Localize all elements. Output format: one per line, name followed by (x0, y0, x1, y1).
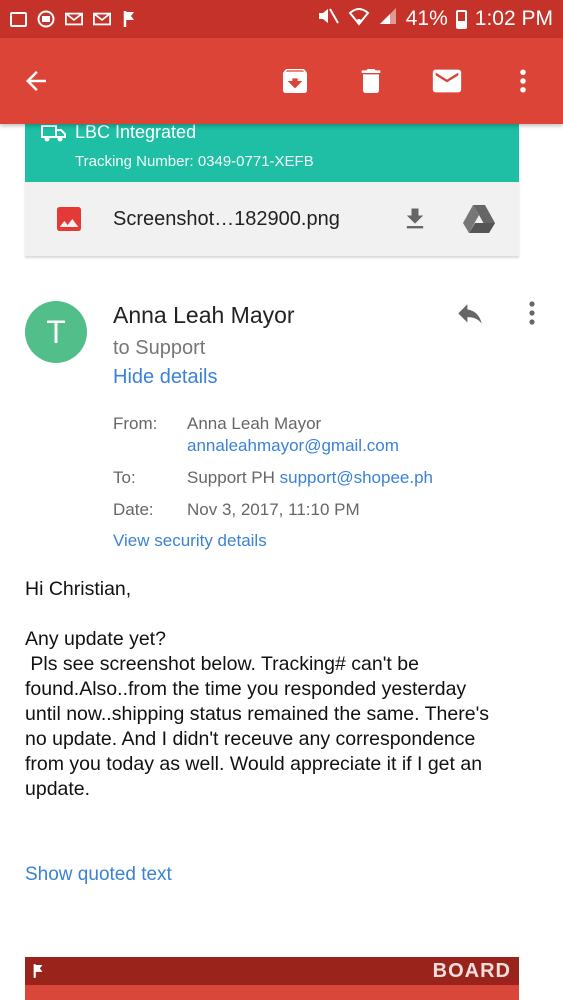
save-to-drive-button[interactable] (461, 201, 497, 237)
tracking-number: Tracking Number: 0349-0771-XEFB (75, 153, 314, 170)
view-security-details-link[interactable]: View security details (113, 531, 267, 551)
more-vert-icon (529, 301, 535, 325)
message-more-button[interactable] (518, 300, 546, 328)
attachment-filename: Screenshot…182900.png (113, 207, 340, 230)
body-line: from you today as well. Would appreciate… (25, 753, 483, 775)
inline-image[interactable]: BOARD (25, 957, 519, 1000)
app-bar (0, 38, 563, 124)
tracking-card-title: LBC Integrated (75, 122, 197, 142)
truck-icon (41, 124, 66, 141)
to-recipient: Support PH support@shopee.ph (187, 468, 433, 488)
body-line: Any update yet? (25, 628, 166, 650)
to-label: To: (113, 468, 136, 487)
body-greeting: Hi Christian, (25, 578, 132, 600)
date-value: Nov 3, 2017, 11:10 PM (187, 500, 360, 519)
clock: 1:02 PM (474, 7, 553, 30)
mail-icon (432, 69, 462, 93)
reply-button[interactable] (450, 300, 490, 332)
overflow-menu-button[interactable] (503, 61, 543, 101)
from-email-link[interactable]: annaleahmayor@gmail.com (187, 436, 399, 456)
image-file-icon (57, 207, 81, 231)
drive-icon (463, 205, 495, 233)
from-label: From: (113, 414, 158, 433)
battery-icon (455, 9, 467, 29)
recipient-summary: to Support (113, 337, 206, 359)
archive-button[interactable] (275, 61, 315, 101)
date-label: Date: (113, 500, 154, 519)
watermark-text: BOARD (432, 959, 511, 982)
body-line: no update. And I didn't receuve any corr… (25, 728, 476, 750)
hide-details-link[interactable]: Hide details (113, 366, 218, 389)
back-button[interactable] (14, 59, 58, 103)
wifi-icon (348, 6, 370, 32)
to-name: Support PH (187, 468, 275, 487)
from-name: Anna Leah Mayor (187, 414, 322, 433)
show-quoted-text-link[interactable]: Show quoted text (25, 864, 172, 886)
message-body: Hi Christian, Any update yet? Pls see sc… (25, 577, 545, 802)
download-icon (406, 208, 424, 229)
battery-percent: 41% (405, 7, 448, 30)
app-notification-icon (37, 10, 55, 28)
delete-button[interactable] (351, 61, 391, 101)
body-line: until now..shipping status remained the … (25, 703, 490, 725)
sender-avatar[interactable]: T (25, 301, 87, 363)
body-line: found.Also..from the time you responded … (25, 678, 467, 700)
status-bar: 41% 1:02 PM (0, 0, 563, 38)
mail-notification-icon (65, 11, 83, 27)
archive-icon (283, 69, 307, 93)
delete-icon (361, 69, 381, 93)
body-line: Pls see screenshot below. Tracking# can'… (25, 653, 419, 675)
reply-icon (458, 304, 482, 324)
signal-icon (378, 6, 398, 32)
sender-name: Anna Leah Mayor (113, 302, 295, 328)
download-button[interactable] (397, 201, 433, 237)
attachment-row[interactable]: Screenshot…182900.png (25, 182, 519, 257)
to-email-link[interactable]: support@shopee.ph (280, 468, 433, 487)
arrow-back-icon (26, 71, 46, 91)
more-vert-icon (520, 69, 526, 93)
flag-notification-icon (33, 964, 43, 978)
flag-notification-icon (121, 11, 139, 27)
body-line: update. (25, 778, 91, 800)
mark-unread-button[interactable] (427, 61, 467, 101)
mute-icon (316, 6, 340, 32)
gmail-notification-icon (93, 11, 111, 27)
gallery-notification-icon (10, 11, 27, 27)
